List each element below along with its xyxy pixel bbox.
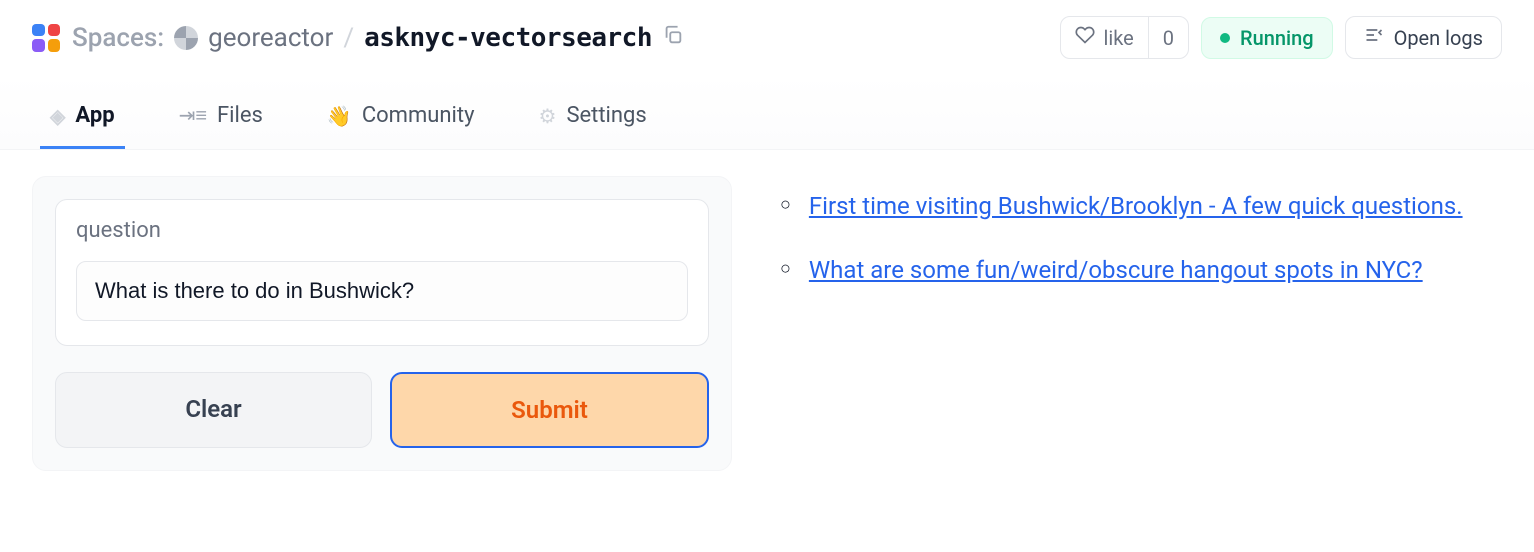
question-card: question [55, 199, 709, 346]
tab-bar: ◈ App ⇥≡ Files 👋 Community ⚙ Settings [0, 75, 1534, 150]
question-label: question [76, 218, 161, 243]
status-badge: Running [1201, 17, 1333, 59]
gear-icon: ⚙ [539, 104, 557, 128]
status-text: Running [1240, 26, 1314, 50]
tab-app[interactable]: ◈ App [40, 89, 125, 149]
tab-label: App [75, 103, 114, 128]
wave-icon: 👋 [327, 104, 352, 128]
tab-settings[interactable]: ⚙ Settings [529, 89, 657, 149]
heart-icon [1075, 25, 1095, 50]
logs-icon [1364, 25, 1384, 50]
open-logs-label: Open logs [1394, 26, 1483, 50]
open-logs-button[interactable]: Open logs [1345, 16, 1502, 59]
cube-icon: ◈ [50, 104, 65, 128]
like-pill[interactable]: like 0 [1060, 16, 1189, 59]
bullet-icon: ○ [780, 258, 791, 279]
bullet-icon: ○ [780, 194, 791, 215]
like-count: 0 [1149, 18, 1188, 58]
tab-label: Files [217, 103, 263, 128]
repo-link[interactable]: asknyc-vectorsearch [364, 23, 652, 53]
owner-avatar[interactable] [174, 26, 198, 50]
tab-label: Community [362, 103, 475, 128]
main-content: question Clear Submit ○ First time visit… [0, 150, 1534, 497]
tab-community[interactable]: 👋 Community [317, 89, 485, 149]
result-link[interactable]: What are some fun/weird/obscure hangout … [809, 252, 1423, 288]
header: Spaces: georeactor / asknyc-vectorsearch… [0, 0, 1534, 75]
input-panel: question Clear Submit [32, 176, 732, 471]
result-item: ○ What are some fun/weird/obscure hangou… [780, 252, 1502, 288]
owner-link[interactable]: georeactor [208, 23, 333, 53]
section-label: Spaces: [72, 23, 164, 53]
results-list: ○ First time visiting Bushwick/Brooklyn … [780, 176, 1502, 316]
question-input[interactable] [76, 261, 688, 321]
files-icon: ⇥≡ [179, 103, 207, 128]
status-dot-icon [1220, 33, 1230, 43]
button-row: Clear Submit [55, 372, 709, 448]
like-label: like [1103, 26, 1133, 50]
copy-icon[interactable] [662, 23, 684, 53]
clear-button[interactable]: Clear [55, 372, 372, 448]
tab-files[interactable]: ⇥≡ Files [169, 89, 273, 149]
result-link[interactable]: First time visiting Bushwick/Brooklyn - … [809, 188, 1463, 224]
result-item: ○ First time visiting Bushwick/Brooklyn … [780, 188, 1502, 224]
tab-label: Settings [566, 103, 646, 128]
slash: / [343, 23, 354, 53]
submit-button[interactable]: Submit [390, 372, 709, 448]
breadcrumb: Spaces: georeactor / asknyc-vectorsearch [72, 23, 684, 53]
hf-logo[interactable] [32, 24, 60, 52]
